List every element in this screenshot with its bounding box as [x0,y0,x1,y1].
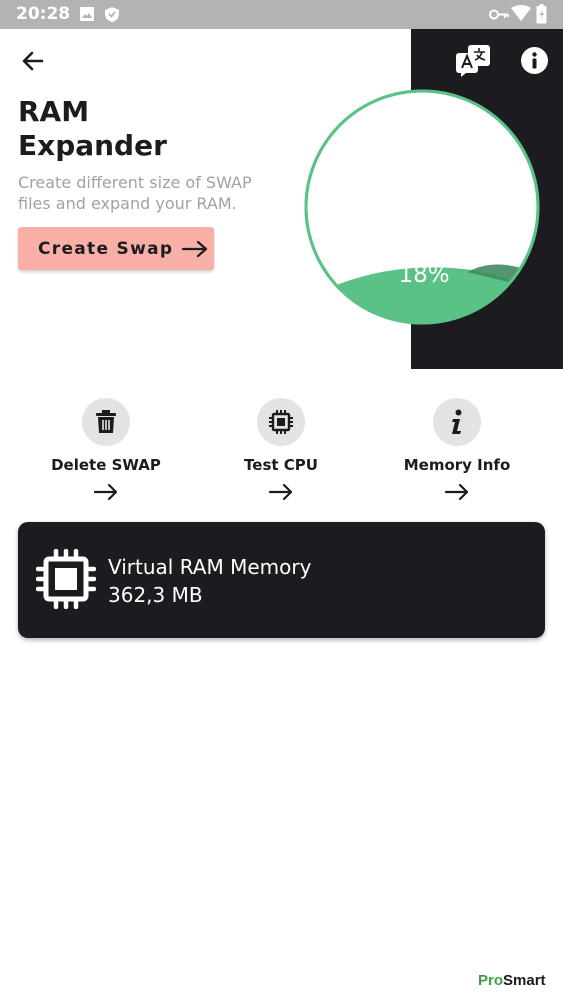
create-swap-button[interactable]: Create Swap [18,227,214,270]
arrow-back-icon[interactable] [18,46,48,76]
watermark-part2: Smart [503,972,546,989]
shield-icon [105,7,119,22]
test-cpu-icon-circle [257,398,305,446]
virtual-ram-card: Virtual RAM Memory 362,3 MB [18,522,545,638]
test-cpu-action[interactable]: Test CPU [206,398,356,502]
ram-usage-gauge [304,89,540,325]
watermark-part1: Pro [478,972,504,989]
watermark-logo: ProSmart [478,972,546,989]
virtual-ram-title: Virtual RAM Memory [108,555,312,579]
battery-icon [536,4,547,24]
page-title-line2: Expander [18,129,167,162]
wifi-icon [511,5,531,21]
page-subtitle: Create different size of SWAP files and … [18,173,252,213]
create-swap-label: Create Swap [38,238,174,259]
gallery-icon [80,7,94,21]
gauge-percent-label: 18% [398,262,450,288]
arrow-right-icon [93,483,118,501]
cpu-icon [269,410,293,434]
status-bar: 20:28 [0,0,563,29]
status-time: 20:28 [16,4,71,24]
arrow-right-icon [268,483,293,501]
chip-icon [36,549,96,609]
delete-swap-icon-circle [82,398,130,446]
page-title: RAM Expander [18,95,278,163]
test-cpu-label: Test CPU [244,456,318,474]
vpn-key-icon [489,9,509,20]
virtual-ram-value: 362,3 MB [108,583,203,607]
info-button[interactable] [521,47,548,74]
page-title-line1: RAM [18,95,90,128]
delete-swap-action[interactable]: Delete SWAP [31,398,181,502]
arrow-right-icon [444,483,469,501]
info-icon [452,409,462,434]
memory-info-icon-circle [433,398,481,446]
delete-swap-label: Delete SWAP [51,456,161,474]
info-icon [532,52,537,69]
memory-info-label: Memory Info [403,456,511,474]
memory-info-action[interactable]: Memory Info [382,398,532,502]
arrow-right-icon [182,240,208,257]
translate-icon[interactable] [455,44,491,78]
trash-icon [96,410,116,433]
